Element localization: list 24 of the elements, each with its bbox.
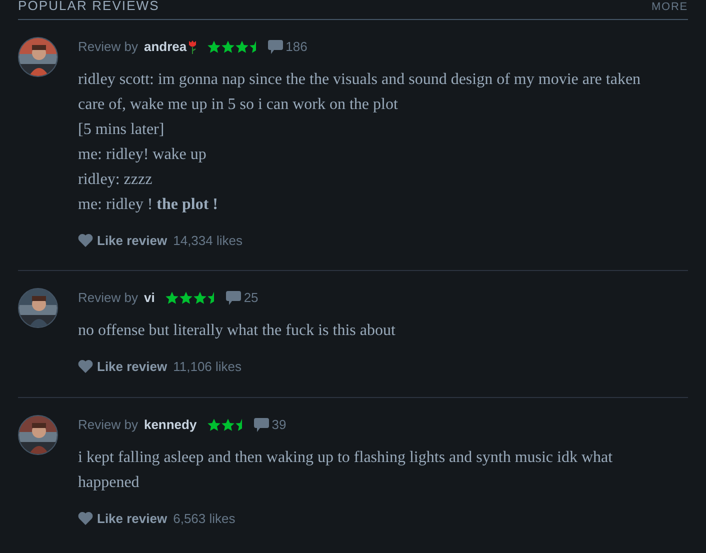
like-count: 11,106 likes (173, 358, 242, 376)
comment-count-link[interactable]: 25 (226, 288, 258, 308)
like-review-button[interactable]: Like review (78, 508, 168, 528)
review-paragraph: i kept falling asleep and then waking up to flashing lights and synth music idk what happened (78, 448, 614, 492)
author-link[interactable]: vi (144, 288, 155, 308)
review-paragraph: ridley scott: im gonna nap since the the visuals and sound design of my movie are taken care of, wake me up in 5 so i can work on the plot (78, 70, 642, 114)
comment-count-link[interactable]: 186 (268, 36, 308, 56)
like-count: 6,563 likes (173, 510, 236, 528)
review-by-label: Review by (78, 416, 138, 434)
like-count: 14,334 likes (173, 232, 242, 250)
comment-count-link[interactable]: 39 (254, 414, 286, 434)
review-by-label: Review by (78, 289, 138, 308)
author-link[interactable]: andrea (144, 36, 187, 56)
review-paragraph: me: ridley! wake up (78, 144, 208, 164)
review-paragraph: ridley: zzzz (78, 170, 154, 190)
section-title: POPULAR REVIEWS (18, 0, 160, 15)
like-review-button[interactable]: Like review (78, 357, 168, 376)
more-link[interactable]: MORE (651, 0, 688, 16)
author-link[interactable]: kennedy (144, 414, 197, 434)
like-review-button[interactable]: Like review (78, 230, 168, 250)
review-paragraph: me: ridley ! the plot ! (78, 194, 219, 214)
review-by-label: Review by (78, 38, 138, 56)
review-paragraph: [5 mins later] (78, 120, 166, 140)
review-paragraph: no offense but literally what the fuck is this about (78, 321, 396, 341)
